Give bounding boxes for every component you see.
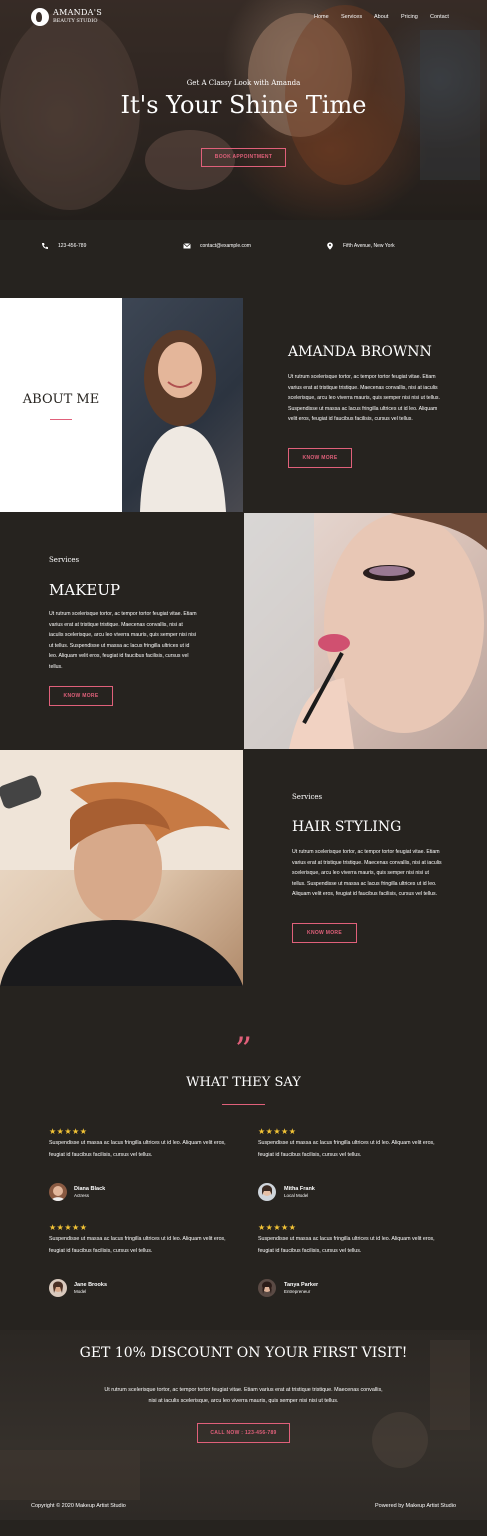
testimonials-heading: WHAT THEY SAY: [186, 1075, 301, 1090]
avatar: [49, 1279, 67, 1297]
brand-tagline: BEAUTY STUDIO: [53, 18, 98, 24]
quote-icon: ”: [234, 1030, 253, 1070]
contact-phone: 123-456-789: [41, 242, 86, 250]
map-pin-icon: [327, 242, 333, 250]
discount-text-line: nisi at iaculis scelerisque, arcu leo vi…: [148, 1398, 339, 1404]
discount-text-line: Ut rutrum scelerisque tortor, ac tempor …: [104, 1387, 383, 1393]
about-know-more-button[interactable]: KNOW MORE: [288, 448, 352, 468]
call-now-button[interactable]: CALL NOW : 123-456-789: [197, 1423, 290, 1443]
hero-title: It's Your Shine Time: [120, 91, 367, 119]
contact-address: Fifth Avenue, New York: [326, 242, 395, 250]
reviewer-name: Mitha Frank: [284, 1186, 315, 1192]
testimonial-text: Suspendisse ut massa ac lacus fringilla …: [49, 1140, 226, 1158]
service-text: Ut rutrum scelerisque tortor, ac tempor …: [49, 611, 197, 670]
about-heading: ABOUT ME: [22, 392, 100, 407]
book-appointment-button[interactable]: BOOK APPOINTMENT: [201, 148, 286, 167]
reviewer-role: Local Model: [284, 1193, 309, 1198]
footer-powered-by: Powered by Makeup Artist Studio: [374, 1503, 456, 1509]
reviewer-name: Tanya Parker: [284, 1282, 319, 1288]
avatar: [258, 1183, 276, 1201]
brand-name[interactable]: AMANDA'S: [53, 8, 102, 17]
mail-icon: [183, 243, 191, 249]
testimonial-text: Suspendisse ut massa ac lacus fringilla …: [258, 1140, 435, 1158]
about-portrait-image: [122, 298, 243, 512]
rating-stars-icon: ★★★★★: [49, 1127, 88, 1136]
service-label: Services: [49, 556, 80, 564]
testimonial-text: Suspendisse ut massa ac lacus fringilla …: [49, 1236, 226, 1254]
nav-services[interactable]: Services: [341, 14, 362, 20]
discount-title: GET 10% DISCOUNT ON YOUR FIRST VISIT!: [79, 1345, 408, 1361]
hair-styling-image: [0, 750, 243, 986]
avatar: [258, 1279, 276, 1297]
hair-know-more-button[interactable]: KNOW MORE: [292, 923, 357, 943]
brand-logo-icon[interactable]: [31, 8, 49, 26]
about-name: AMANDA BROWNN: [288, 344, 432, 360]
service-title: HAIR STYLING: [292, 819, 402, 835]
phone-icon: [42, 243, 48, 249]
nav-home[interactable]: Home: [314, 14, 329, 20]
rating-stars-icon: ★★★★★: [258, 1127, 297, 1136]
about-divider: [50, 419, 72, 420]
testimonial-text: Suspendisse ut massa ac lacus fringilla …: [258, 1236, 435, 1254]
contact-address-text: Fifth Avenue, New York: [343, 243, 395, 249]
nav-contact[interactable]: Contact: [430, 14, 449, 20]
discount-text: Ut rutrum scelerisque tortor, ac tempor …: [0, 1385, 487, 1407]
nav-about[interactable]: About: [374, 14, 388, 20]
footer-copyright: Copyright © 2020 Makeup Artist Studio: [31, 1503, 126, 1509]
about-text: Ut rutrum scelerisque tortor, ac tempor …: [288, 374, 440, 423]
reviewer-role: Actress: [74, 1193, 90, 1198]
makeup-image: [244, 513, 487, 749]
hero-subtitle: Get A Classy Look with Amanda: [186, 79, 301, 87]
discount-section: GET 10% DISCOUNT ON YOUR FIRST VISIT! Ut…: [0, 1330, 487, 1520]
contact-email: contact@example.com: [183, 242, 251, 250]
reviewer-name: Jane Brooks: [74, 1282, 108, 1288]
service-label: Services: [292, 793, 323, 801]
avatar: [49, 1183, 67, 1201]
service-text: Ut rutrum scelerisque tortor, ac tempor …: [292, 849, 442, 898]
service-title: MAKEUP: [49, 581, 121, 599]
reviewer-name: Diana Black: [74, 1186, 106, 1192]
nav-pricing[interactable]: Pricing: [401, 14, 418, 20]
rating-stars-icon: ★★★★★: [49, 1223, 88, 1232]
hero-section: AMANDA'S BEAUTY STUDIO Home Services Abo…: [0, 0, 487, 220]
reviewer-role: Entrepreneur: [284, 1289, 311, 1294]
contact-phone-text: 123-456-789: [58, 243, 87, 249]
testimonials-divider: [222, 1104, 265, 1105]
rating-stars-icon: ★★★★★: [258, 1223, 297, 1232]
about-heading-panel: ABOUT ME: [0, 298, 122, 512]
reviewer-role: Model: [74, 1289, 87, 1294]
makeup-know-more-button[interactable]: KNOW MORE: [49, 686, 113, 706]
contact-email-text: contact@example.com: [200, 243, 251, 249]
